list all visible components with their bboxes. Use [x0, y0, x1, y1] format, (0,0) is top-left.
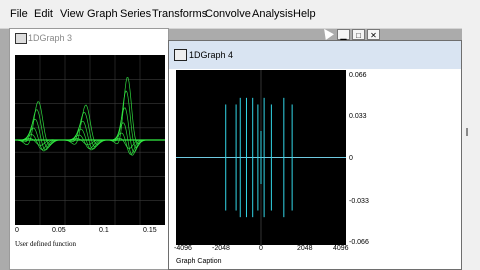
- graph-4-xtick: 4096: [333, 245, 349, 252]
- graph-3-xtick: 0.05: [52, 227, 66, 234]
- graph-4-xtick: -4096: [174, 245, 192, 252]
- graph-4-ytick: 0.033: [349, 113, 367, 120]
- window-4-titlebar[interactable]: 1DGraph 4: [169, 41, 461, 69]
- close-button[interactable]: ✕: [367, 29, 380, 40]
- menu-convolve[interactable]: Convolve: [205, 8, 251, 20]
- window-4-title: 1DGraph 4: [189, 50, 234, 60]
- graph-4-caption: Graph Caption: [176, 258, 222, 265]
- graph-4-ytick: -0.066: [349, 239, 369, 246]
- window-3-titlebar[interactable]: 1DGraph 3: [10, 29, 168, 47]
- menu-bar: File Edit View Graph Series Transforms C…: [0, 0, 480, 29]
- minimize-button[interactable]: ▁: [337, 29, 350, 40]
- graph-4-plot: [176, 70, 346, 245]
- menu-edit[interactable]: Edit: [34, 8, 53, 20]
- graph-4-xtick: 2048: [297, 245, 313, 252]
- graph-3-xtick: 0.15: [143, 227, 157, 234]
- graph-3-svg: [14, 55, 165, 225]
- graph-4-ytick: 0: [349, 155, 353, 162]
- window-3-title: 1DGraph 3: [28, 33, 73, 43]
- graph-icon: [15, 33, 27, 44]
- graph-3-caption: User defined function: [15, 240, 77, 248]
- graph-icon: [174, 49, 187, 61]
- menu-graph[interactable]: Graph: [87, 8, 118, 20]
- menu-transforms[interactable]: Transforms: [152, 8, 207, 20]
- maximize-button[interactable]: □: [352, 29, 365, 40]
- graph-4-ytick: -0.033: [349, 198, 369, 205]
- graph-4-svg: [176, 70, 346, 245]
- menu-file[interactable]: File: [10, 8, 28, 20]
- graph-3-plot: [14, 55, 165, 225]
- menu-analysis[interactable]: Analysis: [252, 8, 293, 20]
- menu-series[interactable]: Series: [120, 8, 151, 20]
- graph-3-xtick: 0: [15, 227, 19, 234]
- scrollbar-strip[interactable]: [462, 28, 480, 270]
- graph-4-xtick: -2048: [212, 245, 230, 252]
- graph-4-ytick: 0.066: [349, 72, 367, 79]
- menu-view[interactable]: View: [60, 8, 84, 20]
- graph-3-xtick: 0.1: [99, 227, 109, 234]
- graph-4-xtick: 0: [259, 245, 263, 252]
- menu-help[interactable]: Help: [293, 8, 316, 20]
- scroll-thumb[interactable]: [466, 128, 476, 136]
